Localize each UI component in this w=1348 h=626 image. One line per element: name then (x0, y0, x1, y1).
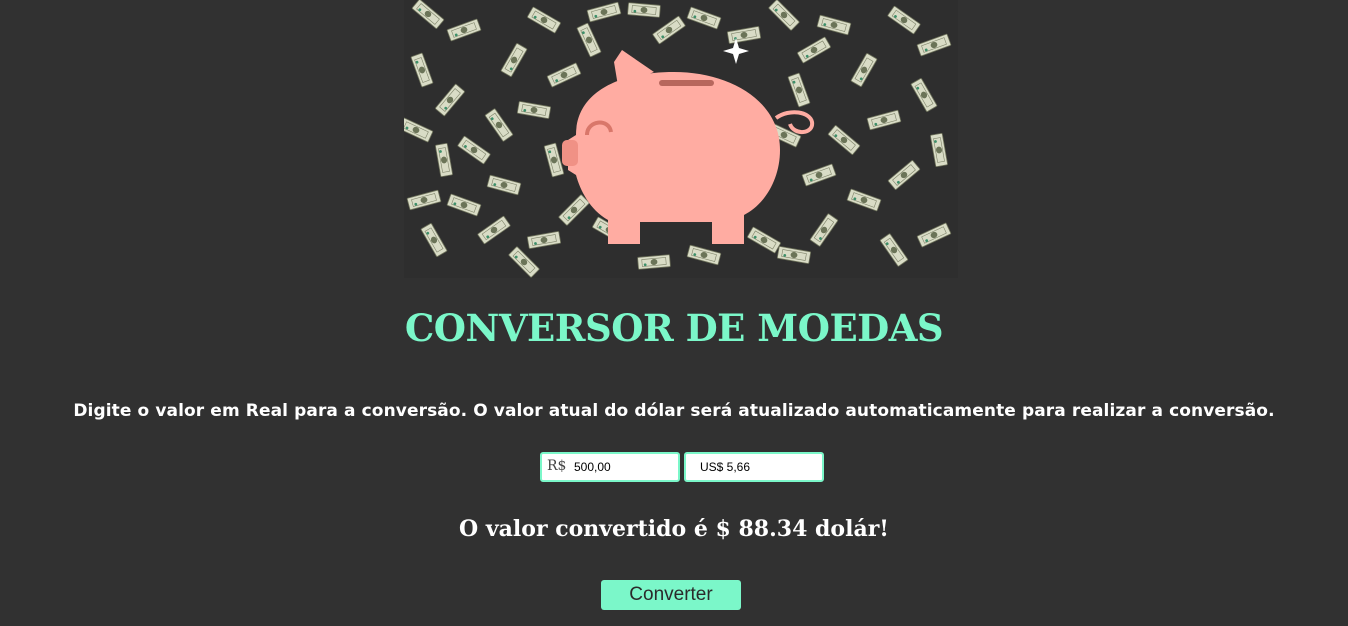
page-title: CONVERSOR DE MOEDAS (404, 306, 944, 350)
conversion-form: R$ (540, 452, 830, 482)
conversion-result: O valor convertido é $ 88.34 dolár! (459, 516, 889, 542)
piggy-bank-icon (562, 50, 815, 244)
piggy-bank-money-banner (404, 0, 958, 278)
piggy-bank-illustration (404, 0, 952, 278)
convert-button[interactable]: Converter (601, 580, 741, 610)
brl-prefix: R$ (547, 458, 567, 474)
usd-rate-input[interactable] (700, 454, 818, 480)
page: CONVERSOR DE MOEDAS Digite o valor em Re… (0, 0, 1348, 626)
usd-field (684, 452, 824, 482)
instructions-text: Digite o valor em Real para a conversão.… (73, 401, 1275, 421)
sparkle-icon (723, 38, 749, 64)
brl-amount-input[interactable] (574, 454, 674, 480)
brl-field: R$ (540, 452, 680, 482)
